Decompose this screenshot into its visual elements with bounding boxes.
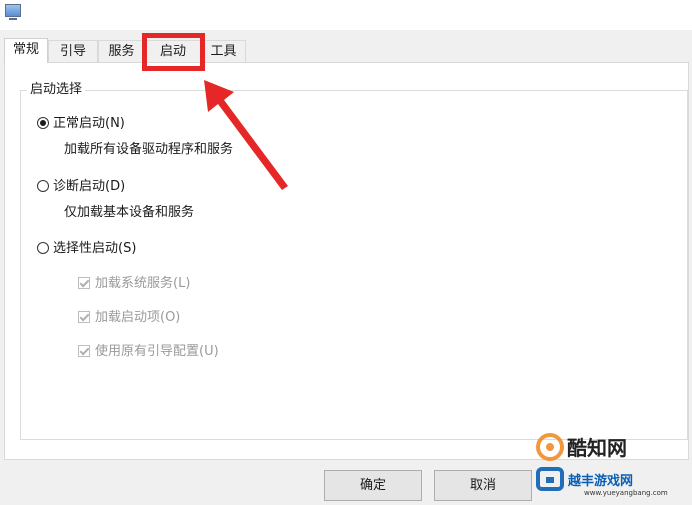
radio-button[interactable] (37, 242, 49, 254)
app-icon (5, 4, 21, 20)
checkbox[interactable] (78, 345, 90, 357)
radio-selective-startup[interactable]: 选择性启动(S) (37, 237, 136, 256)
radio-button[interactable] (37, 117, 49, 129)
watermark-url: www.yueyangbang.com (584, 489, 668, 497)
checkbox-label: 加载启动项(O) (95, 310, 181, 325)
radio-label: 诊断启动(D) (53, 179, 126, 194)
tab-tools[interactable]: 工具 (201, 40, 246, 62)
tab-general[interactable]: 常规 (4, 38, 48, 63)
tab-bar: 常规 引导 服务 启动 工具 (0, 38, 692, 63)
checkbox-use-original-boot-config[interactable]: 使用原有引导配置(U) (78, 340, 219, 359)
radio-diagnostic-startup[interactable]: 诊断启动(D) (37, 175, 125, 194)
watermark-subtitle: 越丰游戏网 (568, 474, 634, 489)
radio-label: 正常启动(N) (53, 116, 125, 131)
checkbox-load-startup-items[interactable]: 加载启动项(O) (78, 306, 180, 325)
red-arrow-annotation (204, 80, 288, 190)
tab-boot[interactable]: 引导 (48, 40, 98, 62)
checkbox-label: 加载系统服务(L) (95, 276, 191, 291)
cancel-button[interactable]: 取消 (434, 470, 532, 501)
diagnostic-startup-description: 仅加载基本设备和服务 (64, 205, 195, 220)
radio-label: 选择性启动(S) (53, 241, 137, 256)
tab-services[interactable]: 服务 (98, 40, 145, 62)
radio-button[interactable] (37, 180, 49, 192)
ok-button[interactable]: 确定 (324, 470, 422, 501)
checkbox-load-system-services[interactable]: 加载系统服务(L) (78, 272, 190, 291)
title-bar (0, 0, 692, 30)
checkbox[interactable] (78, 311, 90, 323)
radio-normal-startup[interactable]: 正常启动(N) (37, 112, 125, 131)
group-legend: 启动选择 (27, 82, 86, 98)
checkbox-label: 使用原有引导配置(U) (95, 344, 219, 359)
tab-highlight-box (142, 33, 205, 71)
watermark-title: 酷知网 (567, 436, 627, 460)
checkbox[interactable] (78, 277, 90, 289)
